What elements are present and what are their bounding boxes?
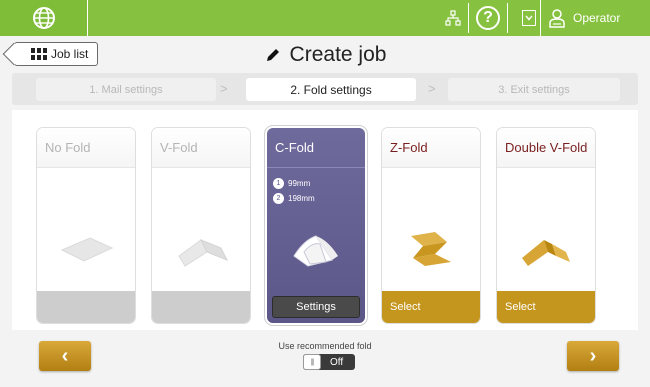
fold-card-double-v-fold[interactable]: Double V-Fold Select — [497, 128, 595, 323]
toggle-knob: ||| — [303, 354, 321, 370]
job-list-label: Job list — [51, 47, 89, 61]
next-button[interactable]: › — [567, 341, 619, 371]
fold-settings-button[interactable]: Settings — [272, 296, 360, 318]
step-separator-icon: > — [428, 81, 436, 96]
step-progress: 1. Mail settings > 2. Fold settings > 3.… — [12, 73, 638, 105]
step-separator-icon: > — [220, 81, 228, 96]
measurement-1: 1 99mm — [273, 178, 310, 189]
fold-card-title: C-Fold — [267, 128, 365, 168]
select-button[interactable]: Select — [497, 291, 595, 323]
c-fold-icon — [267, 218, 365, 278]
measurement-number: 2 — [273, 193, 284, 204]
top-bar: ? Operator — [0, 0, 650, 36]
fold-card-v-fold: V-Fold — [152, 128, 250, 323]
measurement-value: 99mm — [288, 179, 311, 188]
fold-card-title: Z-Fold — [382, 128, 480, 168]
fold-card-title: Double V-Fold — [497, 128, 595, 168]
user-label: Operator — [573, 11, 621, 25]
measurement-2: 2 198mm — [273, 193, 315, 204]
chevron-down-icon — [525, 15, 533, 21]
measurement-number: 1 — [273, 178, 284, 189]
z-fold-icon — [382, 218, 480, 278]
globe-icon — [32, 7, 55, 29]
grid-icon — [31, 48, 47, 60]
user-icon — [549, 9, 565, 28]
user-dropdown-button[interactable] — [522, 10, 536, 26]
user-menu[interactable]: Operator — [540, 0, 648, 36]
fold-card-c-fold[interactable]: C-Fold 1 99mm 2 198mm Settings — [267, 128, 365, 323]
toggle-state-label: Off — [330, 356, 344, 368]
measurement-value: 198mm — [288, 194, 315, 203]
chevron-right-icon: › — [589, 344, 597, 367]
fold-options: No Fold V-Fold C-Fold 1 99mm 2 198mm Set… — [12, 110, 638, 330]
network-icon — [445, 10, 461, 26]
step-exit-settings[interactable]: 3. Exit settings — [448, 78, 620, 101]
help-button[interactable]: ? — [468, 3, 508, 33]
select-button[interactable]: Select — [382, 291, 480, 323]
no-fold-icon — [37, 218, 135, 278]
recommended-fold-label: Use recommended fold — [278, 341, 372, 351]
recommended-fold-toggle[interactable]: ||| Off — [303, 354, 355, 370]
create-job-screen: ? Operator Create job Job list 1. Mail s… — [0, 0, 650, 387]
help-icon: ? — [476, 6, 500, 30]
fold-card-footer: Settings — [267, 291, 365, 323]
fold-card-title: V-Fold — [152, 128, 250, 168]
language-button[interactable] — [0, 0, 88, 36]
step-mail-settings[interactable]: 1. Mail settings — [36, 78, 216, 101]
fold-card-title: No Fold — [37, 128, 135, 168]
double-v-fold-icon — [497, 218, 595, 278]
fold-card-footer — [152, 291, 250, 323]
page-title-text: Create job — [289, 43, 387, 66]
step-fold-settings[interactable]: 2. Fold settings — [246, 78, 416, 101]
fold-card-no-fold: No Fold — [37, 128, 135, 323]
fold-card-z-fold[interactable]: Z-Fold Select — [382, 128, 480, 323]
pencil-icon — [266, 49, 279, 61]
v-fold-icon — [152, 218, 250, 278]
fold-card-footer — [37, 291, 135, 323]
job-list-button[interactable]: Job list — [2, 42, 98, 66]
